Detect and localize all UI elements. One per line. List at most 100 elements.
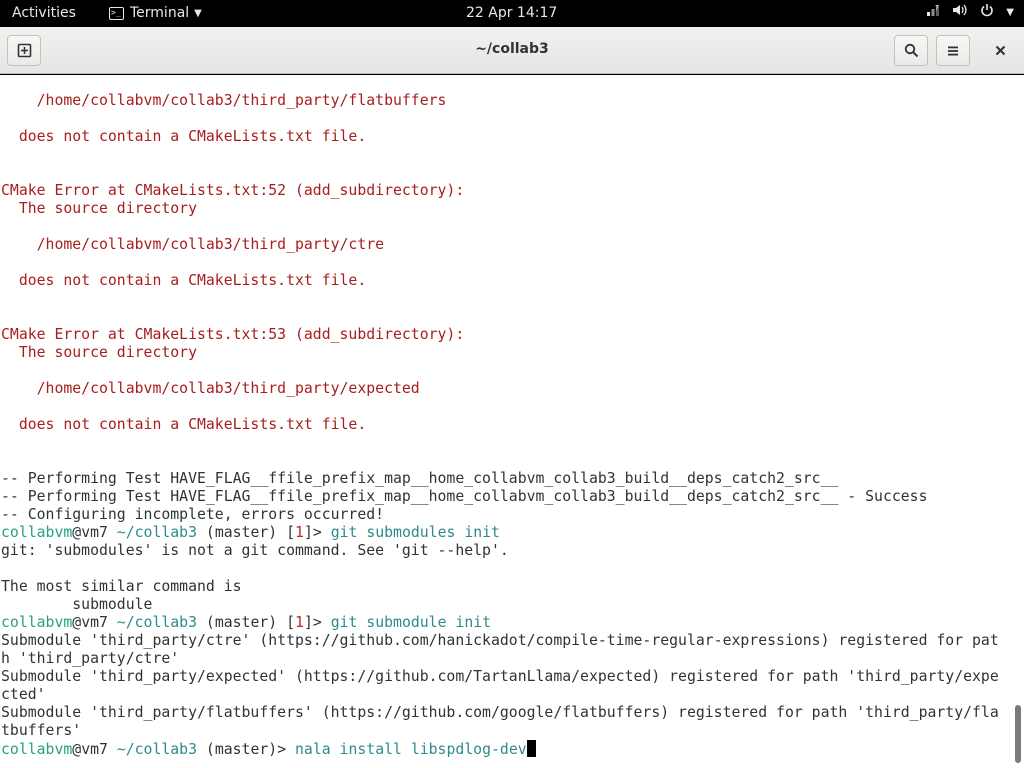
terminal-line: -- Performing Test HAVE_FLAG__ffile_pref… xyxy=(1,488,1011,506)
terminal-text: git submodules init xyxy=(330,524,500,541)
power-icon xyxy=(980,3,994,21)
close-icon xyxy=(995,45,1005,56)
terminal-text: cted' xyxy=(1,686,46,703)
search-button[interactable] xyxy=(894,35,928,66)
terminal-text: CMake Error at CMakeLists.txt:52 (add_su… xyxy=(1,182,465,199)
window-header-bar: ~/collab3 xyxy=(0,27,1024,74)
terminal-text: The source directory xyxy=(1,200,197,217)
terminal-line: Submodule 'third_party/ctre' (https://gi… xyxy=(1,632,1011,650)
terminal-line: /home/collabvm/collab3/third_party/expec… xyxy=(1,380,1011,398)
terminal-line: The source directory xyxy=(1,344,1011,362)
terminal-text: collabvm xyxy=(1,741,73,758)
system-menu-arrow-icon: ▼ xyxy=(1006,6,1014,18)
terminal-text: ]> xyxy=(303,614,331,631)
terminal-text: does not contain a CMakeLists.txt file. xyxy=(1,416,367,433)
terminal-text: Submodule 'third_party/flatbuffers' (htt… xyxy=(1,704,999,721)
terminal-text: [ xyxy=(286,614,296,631)
terminal-text: /home/collabvm/collab3/third_party/expec… xyxy=(1,380,420,397)
app-menu-label: Terminal xyxy=(130,5,190,21)
terminal-line: collabvm@vm7 ~/collab3 (master) [1]> git… xyxy=(1,614,1011,632)
terminal-line: submodule xyxy=(1,596,1011,614)
terminal-text: (master)> xyxy=(197,741,296,758)
close-button[interactable] xyxy=(984,35,1016,66)
terminal-text: submodule xyxy=(1,596,153,613)
terminal-line: Submodule 'third_party/expected' (https:… xyxy=(1,668,1011,686)
terminal-line: -- Performing Test HAVE_FLAG__ffile_pref… xyxy=(1,470,1011,488)
top-bar: Activities >_ Terminal ▼ 22 Apr 14:17 ? … xyxy=(0,0,1024,27)
terminal-text: nala install libspdlog-dev xyxy=(295,741,527,758)
terminal-line: Submodule 'third_party/flatbuffers' (htt… xyxy=(1,704,1011,722)
terminal-text: Submodule 'third_party/ctre' (https://gi… xyxy=(1,632,999,649)
terminal-line: does not contain a CMakeLists.txt file. xyxy=(1,416,1011,434)
terminal-lines: /home/collabvm/collab3/third_party/flatb… xyxy=(1,92,1011,758)
terminal-text: [ xyxy=(286,524,296,541)
terminal-text: ]> xyxy=(303,524,331,541)
menu-button[interactable] xyxy=(936,35,970,66)
terminal-text: ~/collab3 xyxy=(116,524,198,541)
terminal-line: -- Configuring incomplete, errors occurr… xyxy=(1,506,1011,524)
terminal-text: tbuffers' xyxy=(1,722,82,739)
terminal-app-icon: >_ xyxy=(109,6,124,20)
text-cursor xyxy=(526,740,536,757)
terminal-line: CMake Error at CMakeLists.txt:52 (add_su… xyxy=(1,182,1011,200)
activities-button[interactable]: Activities xyxy=(12,5,76,21)
terminal-line: does not contain a CMakeLists.txt file. xyxy=(1,128,1011,146)
terminal-text: -- Performing Test HAVE_FLAG__ffile_pref… xyxy=(1,470,839,487)
terminal-line: CMake Error at CMakeLists.txt:53 (add_su… xyxy=(1,326,1011,344)
terminal-text: The source directory xyxy=(1,344,197,361)
terminal-text: The most similar command is xyxy=(1,578,242,595)
hamburger-menu-icon xyxy=(948,46,958,55)
terminal-scrollbar[interactable] xyxy=(1015,705,1021,763)
terminal-text: git submodule init xyxy=(330,614,492,631)
terminal-text: -- Configuring incomplete, errors occurr… xyxy=(1,506,385,523)
terminal-line: /home/collabvm/collab3/third_party/ctre xyxy=(1,236,1011,254)
terminal-text: /home/collabvm/collab3/third_party/flatb… xyxy=(1,92,447,109)
terminal-text: does not contain a CMakeLists.txt file. xyxy=(1,128,367,145)
terminal-text: (master) xyxy=(197,614,287,631)
terminal-line: The most similar command is xyxy=(1,578,1011,596)
terminal-text: ~/collab3 xyxy=(116,614,198,631)
terminal-text: h 'third_party/ctre' xyxy=(1,650,180,667)
terminal-text: @vm7 xyxy=(72,614,117,631)
terminal-text: collabvm xyxy=(1,524,73,541)
terminal-text: (master) xyxy=(197,524,287,541)
terminal-text: collabvm xyxy=(1,614,73,631)
system-menu[interactable]: ? ▼ xyxy=(926,3,1014,21)
terminal-line: does not contain a CMakeLists.txt file. xyxy=(1,272,1011,290)
terminal-line: collabvm@vm7 ~/collab3 (master)> nala in… xyxy=(1,740,1011,758)
terminal-text: @vm7 xyxy=(72,524,117,541)
network-icon: ? xyxy=(926,3,940,21)
terminal-text: /home/collabvm/collab3/third_party/ctre xyxy=(1,236,385,253)
terminal-line: The source directory xyxy=(1,200,1011,218)
terminal-line: h 'third_party/ctre' xyxy=(1,650,1011,668)
terminal-text: does not contain a CMakeLists.txt file. xyxy=(1,272,367,289)
search-icon xyxy=(904,43,918,58)
svg-text:?: ? xyxy=(935,4,939,12)
terminal-text: 1 xyxy=(295,524,304,541)
terminal-output[interactable]: /home/collabvm/collab3/third_party/flatb… xyxy=(0,75,1024,768)
terminal-line: /home/collabvm/collab3/third_party/flatb… xyxy=(1,92,1011,110)
terminal-text: -- Performing Test HAVE_FLAG__ffile_pref… xyxy=(1,488,928,505)
app-menu[interactable]: >_ Terminal ▼ xyxy=(109,5,202,21)
terminal-text: CMake Error at CMakeLists.txt:53 (add_su… xyxy=(1,326,465,343)
terminal-line: git: 'submodules' is not a git command. … xyxy=(1,542,1011,560)
clock[interactable]: 22 Apr 14:17 xyxy=(466,5,557,21)
terminal-text: 1 xyxy=(295,614,304,631)
terminal-line: cted' xyxy=(1,686,1011,704)
terminal-text: git: 'submodules' is not a git command. … xyxy=(1,542,509,559)
volume-icon xyxy=(952,3,968,21)
terminal-text: Submodule 'third_party/expected' (https:… xyxy=(1,668,999,685)
dropdown-arrow-icon: ▼ xyxy=(194,7,202,19)
window-title: ~/collab3 xyxy=(475,41,549,57)
